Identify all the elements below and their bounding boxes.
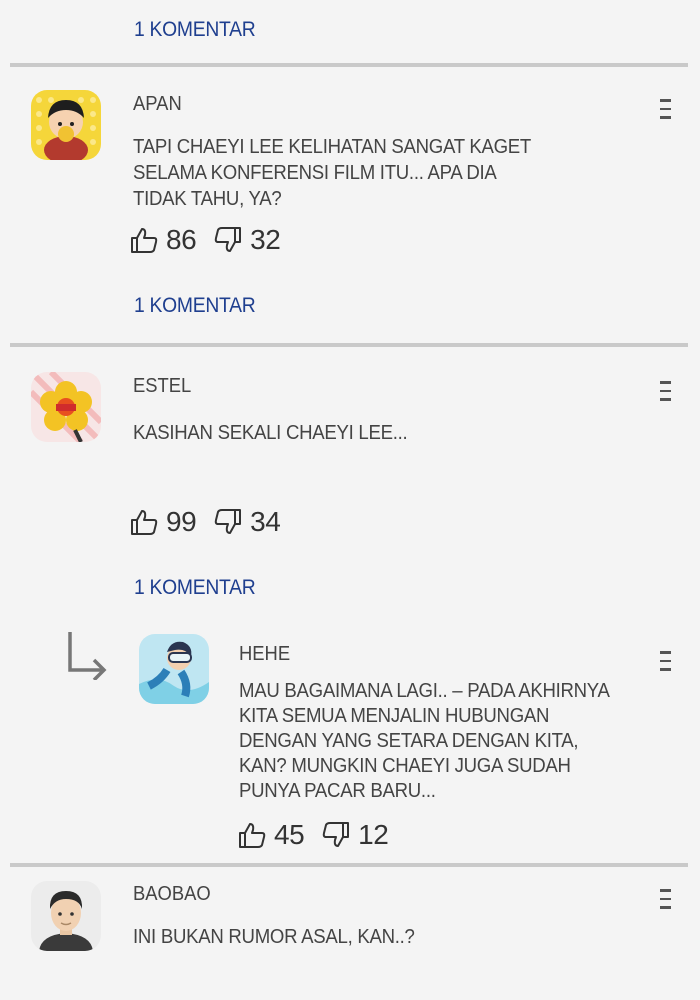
thumbs-down-icon[interactable] xyxy=(214,226,242,254)
comment-username: APAN xyxy=(133,93,182,115)
view-replies-link[interactable]: 1 KOMENTAR xyxy=(134,18,256,42)
reaction-bar: 86 32 xyxy=(130,223,298,257)
thumbs-up-icon[interactable] xyxy=(130,226,158,254)
comment-text: TAPI CHAEYI LEE KELIHATAN SANGAT KAGET SE… xyxy=(133,136,532,210)
reply-username: HEHE xyxy=(239,643,291,665)
reply-text: MAU BAGAIMANA LAGI.. – PADA AKHIRNYA KITA… xyxy=(239,680,610,802)
more-menu-icon[interactable] xyxy=(660,889,672,909)
like-count: 86 xyxy=(166,224,197,255)
more-menu-icon[interactable] xyxy=(660,381,672,401)
view-replies-link[interactable]: 1 KOMENTAR xyxy=(134,294,256,318)
reply-arrow-icon xyxy=(64,630,110,685)
comment-username: ESTEL xyxy=(133,375,192,397)
divider xyxy=(10,63,688,67)
dislike-count: 12 xyxy=(358,819,389,850)
avatar[interactable] xyxy=(139,634,209,704)
thumbs-up-icon[interactable] xyxy=(130,508,158,536)
like-count: 99 xyxy=(166,506,197,537)
comment-username: BAOBAO xyxy=(133,883,211,905)
comment-text: KASIHAN SEKALI CHAEYI LEE... xyxy=(133,422,408,444)
avatar[interactable] xyxy=(31,372,101,442)
reaction-bar: 99 34 xyxy=(130,505,298,539)
divider xyxy=(10,863,688,867)
avatar[interactable] xyxy=(31,90,101,160)
view-replies-link[interactable]: 1 KOMENTAR xyxy=(134,576,256,600)
reaction-bar: 45 12 xyxy=(238,818,406,852)
comment-text: INI BUKAN RUMOR ASAL, KAN..? xyxy=(133,926,415,948)
like-count: 45 xyxy=(274,819,305,850)
divider xyxy=(10,343,688,347)
thumbs-down-icon[interactable] xyxy=(214,508,242,536)
thumbs-up-icon[interactable] xyxy=(238,821,266,849)
more-menu-icon[interactable] xyxy=(660,651,672,671)
avatar[interactable] xyxy=(31,881,101,951)
more-menu-icon[interactable] xyxy=(660,99,672,119)
thumbs-down-icon[interactable] xyxy=(322,821,350,849)
dislike-count: 34 xyxy=(250,506,281,537)
dislike-count: 32 xyxy=(250,224,281,255)
